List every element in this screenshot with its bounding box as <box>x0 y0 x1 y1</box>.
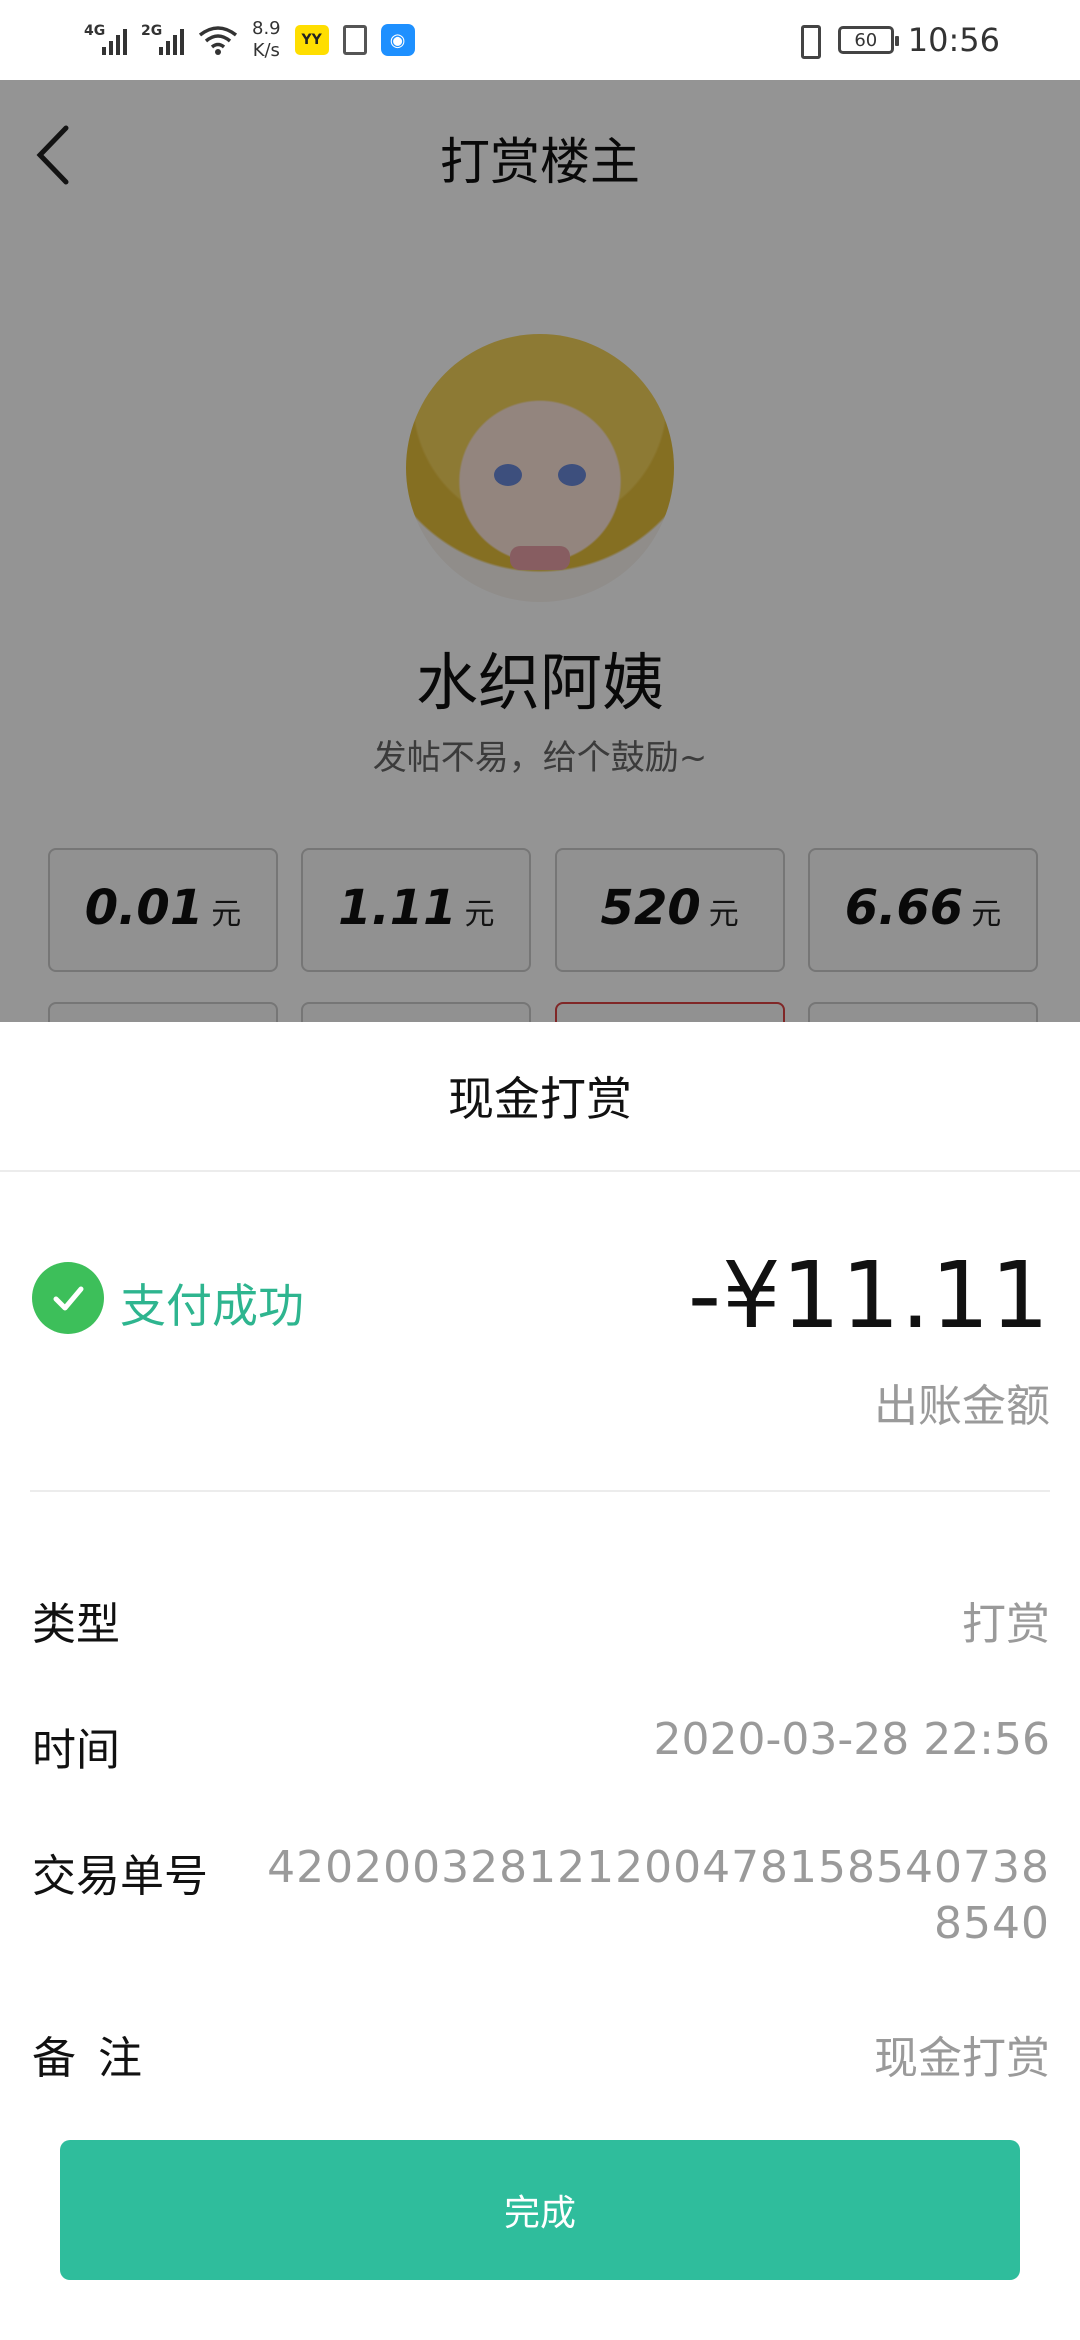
battery-icon: 60 <box>837 26 899 54</box>
network-1-label: 4G <box>84 23 106 39</box>
payment-result-sheet: 现金打赏 支付成功 -¥11.11 出账金额 类型 打赏 时间 2020-03-… <box>0 1022 1080 2340</box>
info-row-time: 时间 2020-03-28 22:56 <box>32 1714 1051 1776</box>
payment-amount: -¥11.11 <box>687 1242 1050 1349</box>
modal-scrim[interactable] <box>0 80 1080 1022</box>
info-label: 时间 <box>32 1725 120 1776</box>
yy-label: YY <box>301 32 322 48</box>
amount-caption: 出账金额 <box>874 1381 1050 1432</box>
status-bar: 4G 2G 8.9 K/s YY ◉ 60 10:56 <box>0 0 1080 80</box>
info-row-note: 备注 现金打赏 <box>32 2022 1050 2084</box>
info-label: 交易单号 <box>32 1851 208 1902</box>
signal-2g-icon: 2G <box>141 23 184 55</box>
info-value: 2020-03-28 22:56 <box>653 1714 1051 1765</box>
radio-app-icon: ◉ <box>380 24 415 56</box>
info-value: 打赏 <box>962 1599 1050 1650</box>
success-check-icon <box>32 1262 104 1334</box>
battery-level: 60 <box>854 29 878 51</box>
speed-value: 8.9 <box>252 18 281 39</box>
info-label: 类型 <box>32 1599 120 1650</box>
network-speed: 8.9 K/s <box>252 18 281 62</box>
payment-status: 支付成功 <box>120 1279 304 1333</box>
info-value[interactable]: 4202003281212004781585407388540 <box>240 1840 1050 1952</box>
status-bar-left: 4G 2G 8.9 K/s YY ◉ <box>84 18 415 62</box>
vibrate-icon <box>792 24 824 59</box>
info-row-type: 类型 打赏 <box>32 1588 1050 1650</box>
wifi-icon <box>198 25 238 55</box>
status-bar-right: 60 10:56 <box>792 21 1000 59</box>
speed-unit: K/s <box>252 40 280 61</box>
yy-app-icon: YY <box>294 25 329 55</box>
info-label: 备注 <box>32 2033 164 2084</box>
document-icon <box>342 25 367 55</box>
done-button[interactable]: 完成 <box>60 2140 1020 2280</box>
clock: 10:56 <box>907 21 1000 59</box>
divider <box>30 1490 1050 1492</box>
signal-4g-icon: 4G <box>84 23 127 55</box>
sheet-title: 现金打赏 <box>0 1022 1080 1172</box>
payment-summary: 支付成功 -¥11.11 <box>32 1242 1050 1352</box>
info-row-order-number: 交易单号 4202003281212004781585407388540 <box>32 1840 1050 1960</box>
info-value: 现金打赏 <box>874 2033 1050 2084</box>
network-2-label: 2G <box>141 23 163 39</box>
